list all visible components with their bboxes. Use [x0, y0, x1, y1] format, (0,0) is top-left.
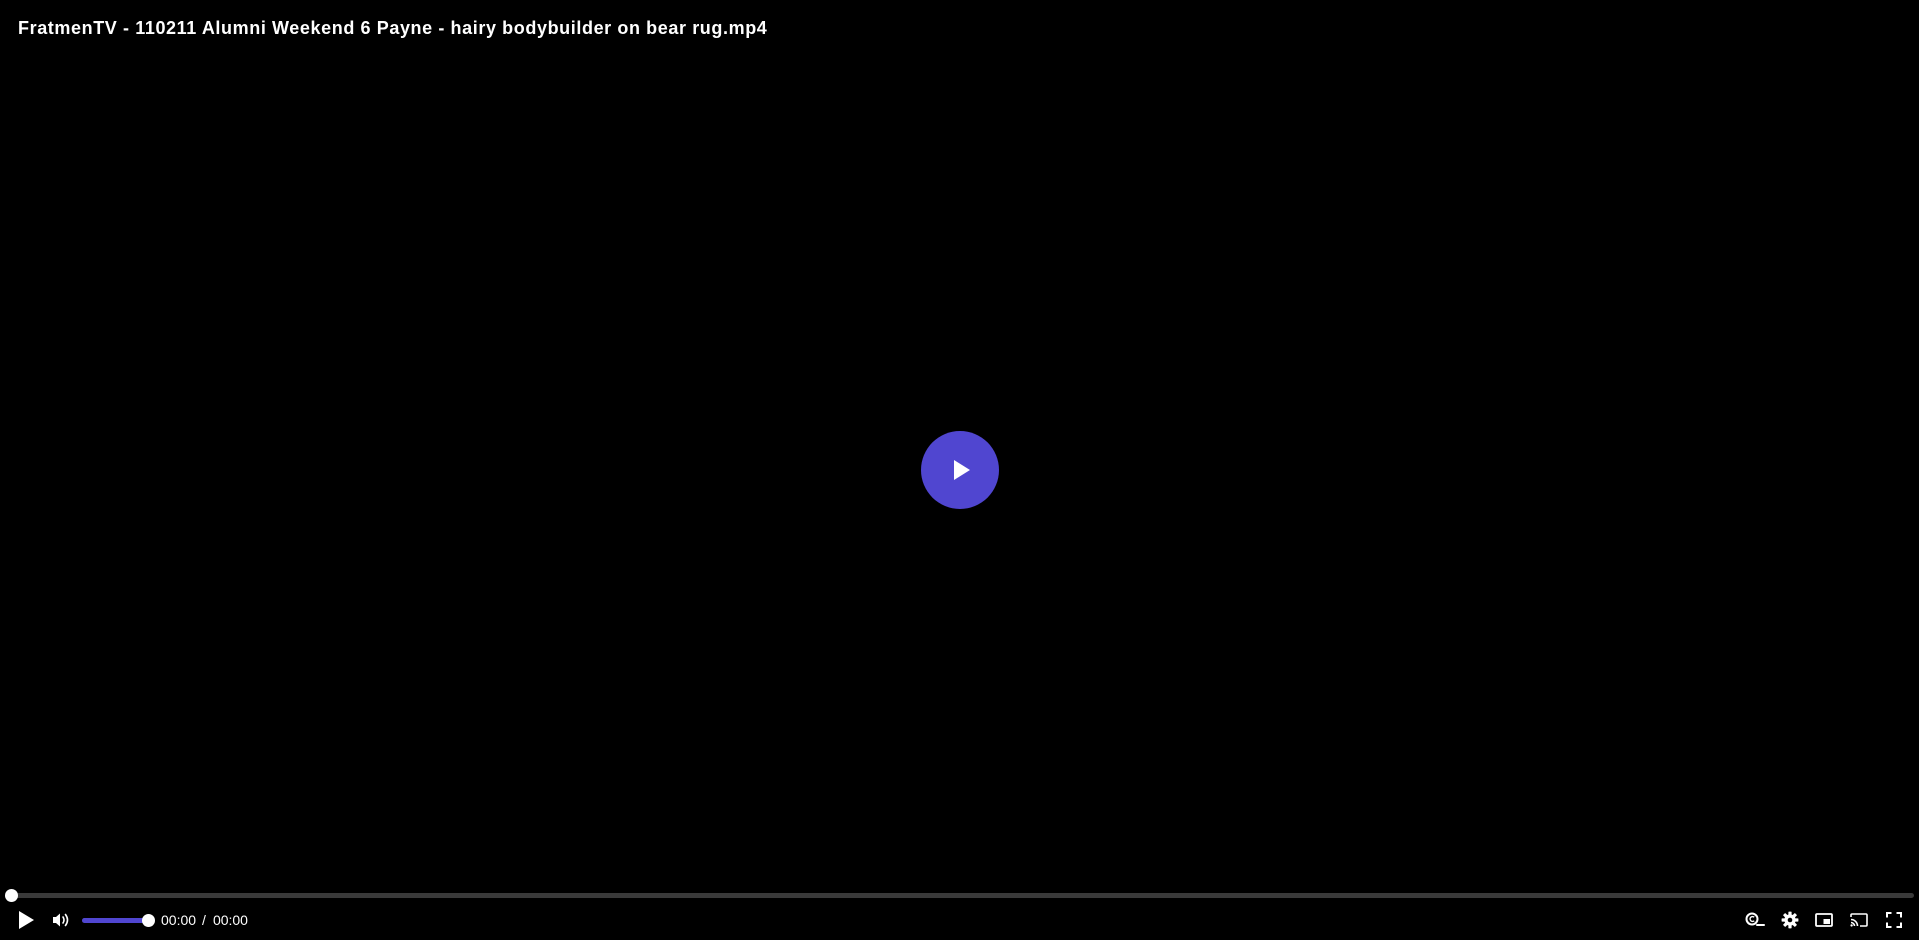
play-icon [954, 460, 970, 480]
mute-button[interactable] [50, 904, 72, 936]
settings-button[interactable] [1779, 904, 1801, 936]
captions-button[interactable] [1744, 904, 1766, 936]
captions-icon [1745, 912, 1765, 926]
cast-icon [1850, 913, 1868, 927]
current-time: 00:00 [161, 912, 197, 928]
volume-icon [53, 913, 69, 927]
play-button[interactable] [12, 904, 40, 936]
cast-button[interactable] [1848, 904, 1870, 936]
duration: 00:00 [212, 912, 248, 928]
fullscreen-button[interactable] [1883, 904, 1905, 936]
volume-handle[interactable] [142, 914, 155, 927]
video-title: FratmenTV - 110211 Alumni Weekend 6 Payn… [18, 18, 768, 38]
pip-button[interactable] [1813, 904, 1835, 936]
fullscreen-icon [1886, 912, 1902, 928]
gear-icon [1781, 911, 1799, 929]
picture-in-picture-icon [1815, 913, 1833, 927]
video-player[interactable]: FratmenTV - 110211 Alumni Weekend 6 Payn… [0, 0, 1919, 940]
volume-slider[interactable] [82, 914, 155, 927]
time-separator: / [202, 912, 206, 928]
play-icon [19, 911, 34, 929]
volume-fill [82, 918, 148, 923]
time-display: 00:00 / 00:00 [161, 904, 248, 936]
progress-bar[interactable] [5, 889, 1914, 902]
big-play-button[interactable] [921, 431, 999, 509]
progress-handle[interactable] [5, 889, 18, 902]
control-bar: 00:00 / 00:00 [0, 904, 1919, 936]
